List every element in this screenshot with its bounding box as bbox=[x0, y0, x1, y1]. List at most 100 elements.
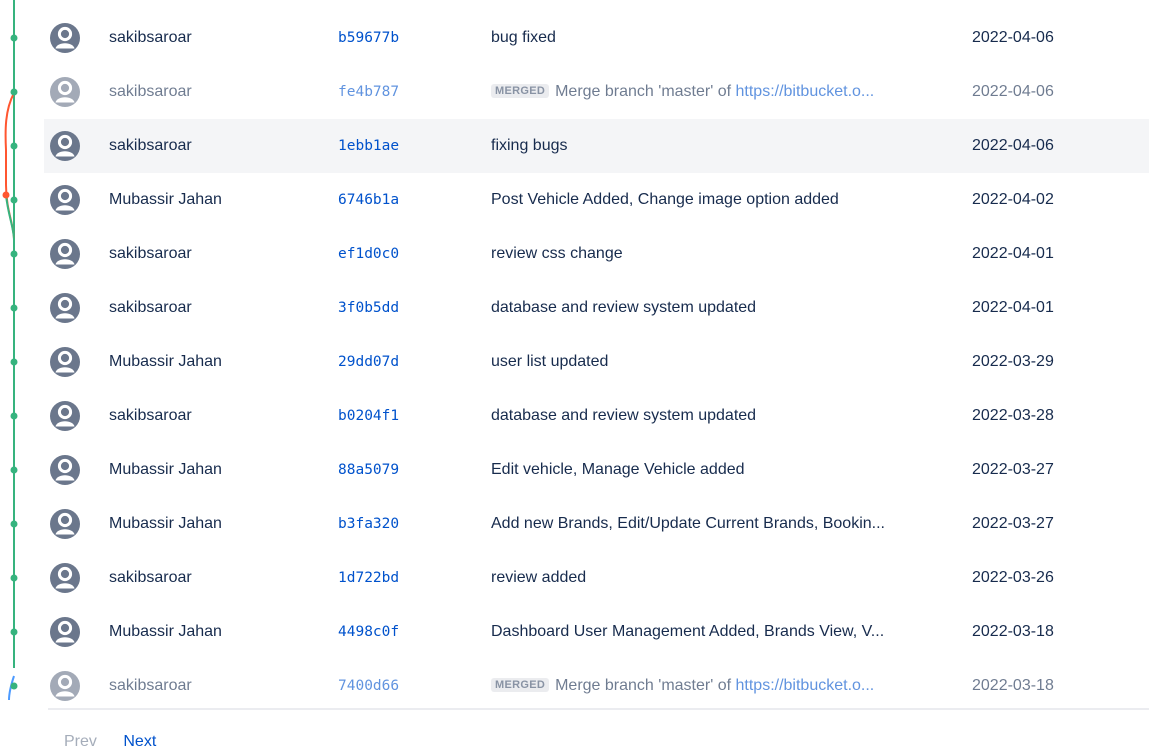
commit-row[interactable]: Mubassir Jahan 29dd07d user list updated 20… bbox=[44, 335, 1149, 389]
commit-hash-link[interactable]: 4498c0f bbox=[338, 624, 399, 640]
graph-commit-node bbox=[10, 304, 18, 312]
commit-date: 2022-03-27 bbox=[972, 461, 1054, 478]
commit-message[interactable]: MERGED Merge branch 'master' of https://b… bbox=[491, 677, 953, 695]
commit-author: Mubassir Jahan bbox=[109, 191, 222, 208]
commit-author: Mubassir Jahan bbox=[109, 623, 222, 640]
pagination: Prev Next bbox=[64, 733, 156, 751]
commit-hash-link[interactable]: ef1d0c0 bbox=[338, 246, 399, 262]
commit-message[interactable]: review added bbox=[491, 569, 953, 587]
commit-row[interactable]: sakibsaroar 1d722bd review added 2022-03-26 bbox=[44, 551, 1149, 605]
commit-message-text: fixing bugs bbox=[491, 137, 568, 154]
commit-message[interactable]: database and review system updated bbox=[491, 299, 953, 317]
commit-hash-link[interactable]: b3fa320 bbox=[338, 516, 399, 532]
user-avatar-icon[interactable] bbox=[50, 239, 80, 269]
commit-row[interactable]: Mubassir Jahan 4498c0f Dashboard User Mana… bbox=[44, 605, 1149, 659]
merged-badge: MERGED bbox=[491, 84, 550, 98]
commit-row[interactable]: sakibsaroar 7400d66 MERGED Merge branch 'ma… bbox=[44, 659, 1149, 713]
graph-commit-node bbox=[10, 34, 18, 42]
commit-row[interactable]: sakibsaroar b0204f1 database and review sy… bbox=[44, 389, 1149, 443]
commit-hash-link[interactable]: 7400d66 bbox=[338, 678, 399, 694]
commit-hash-link[interactable]: fe4b787 bbox=[338, 84, 399, 100]
commit-hash-link[interactable]: 3f0b5dd bbox=[338, 300, 399, 316]
commit-date: 2022-04-01 bbox=[972, 245, 1054, 262]
user-avatar-icon[interactable] bbox=[50, 23, 80, 53]
graph-branch-node bbox=[2, 191, 10, 199]
commit-author: sakibsaroar bbox=[109, 569, 192, 586]
user-avatar-icon[interactable] bbox=[50, 77, 80, 107]
commit-row[interactable]: sakibsaroar fe4b787 MERGED Merge branch 'ma… bbox=[44, 65, 1149, 119]
commit-author: sakibsaroar bbox=[109, 137, 192, 154]
commit-hash-link[interactable]: 29dd07d bbox=[338, 354, 399, 370]
commit-message[interactable]: review css change bbox=[491, 245, 953, 263]
graph-commit-node bbox=[10, 412, 18, 420]
commit-date: 2022-03-26 bbox=[972, 569, 1054, 586]
prev-page-link[interactable]: Prev bbox=[64, 733, 97, 750]
commit-message-text: database and review system updated bbox=[491, 407, 757, 424]
graph-commit-node bbox=[10, 358, 18, 366]
graph-commit-node bbox=[10, 682, 18, 690]
commit-date: 2022-03-27 bbox=[972, 515, 1054, 532]
graph-commit-node bbox=[10, 250, 18, 258]
user-avatar-icon[interactable] bbox=[50, 347, 80, 377]
commit-date: 2022-03-18 bbox=[972, 623, 1054, 640]
graph-commit-node bbox=[10, 196, 18, 204]
commit-message[interactable]: Edit vehicle, Manage Vehicle added bbox=[491, 461, 953, 479]
commit-message[interactable]: MERGED Merge branch 'master' of https://b… bbox=[491, 83, 953, 101]
commit-author: Mubassir Jahan bbox=[109, 461, 222, 478]
next-page-link[interactable]: Next bbox=[123, 733, 156, 750]
commit-message[interactable]: Post Vehicle Added, Change image option … bbox=[491, 191, 953, 209]
commit-author: sakibsaroar bbox=[109, 83, 192, 100]
graph-commit-node bbox=[10, 142, 18, 150]
commit-date: 2022-03-28 bbox=[972, 407, 1054, 424]
graph-commit-node bbox=[10, 466, 18, 474]
commit-message[interactable]: fixing bugs bbox=[491, 137, 953, 155]
commit-row[interactable]: Mubassir Jahan b3fa320 Add new Brands, Edi… bbox=[44, 497, 1149, 551]
commit-list: sakibsaroar b59677b bug fixed 2022-04-06 sak… bbox=[44, 11, 1149, 713]
user-avatar-icon[interactable] bbox=[50, 617, 80, 647]
commit-author: sakibsaroar bbox=[109, 407, 192, 424]
list-divider bbox=[48, 708, 1149, 710]
user-avatar-icon[interactable] bbox=[50, 185, 80, 215]
commit-hash-link[interactable]: 1ebb1ae bbox=[338, 138, 399, 154]
commit-author: sakibsaroar bbox=[109, 245, 192, 262]
commit-row[interactable]: Mubassir Jahan 6746b1a Post Vehicle Added,… bbox=[44, 173, 1149, 227]
commit-hash-link[interactable]: b0204f1 bbox=[338, 408, 399, 424]
commit-message[interactable]: user list updated bbox=[491, 353, 953, 371]
user-avatar-icon[interactable] bbox=[50, 509, 80, 539]
user-avatar-icon[interactable] bbox=[50, 131, 80, 161]
commit-hash-link[interactable]: 6746b1a bbox=[338, 192, 399, 208]
user-avatar-icon[interactable] bbox=[50, 671, 80, 701]
user-avatar-icon[interactable] bbox=[50, 563, 80, 593]
commit-message-text: bug fixed bbox=[491, 29, 556, 46]
commit-row[interactable]: sakibsaroar 1ebb1ae fixing bugs 2022-04-06 bbox=[44, 119, 1149, 173]
user-avatar-icon[interactable] bbox=[50, 293, 80, 323]
graph-commit-node bbox=[10, 628, 18, 636]
commit-message[interactable]: Add new Brands, Edit/Update Current Bran… bbox=[491, 515, 953, 533]
commit-message[interactable]: Dashboard User Management Added, Brands … bbox=[491, 623, 953, 641]
commit-row[interactable]: sakibsaroar 3f0b5dd database and review sy… bbox=[44, 281, 1149, 335]
commit-author: sakibsaroar bbox=[109, 677, 192, 694]
commit-row[interactable]: sakibsaroar b59677b bug fixed 2022-04-06 bbox=[44, 11, 1149, 65]
commit-date: 2022-04-06 bbox=[972, 29, 1054, 46]
commit-date: 2022-04-06 bbox=[972, 137, 1054, 154]
commit-message[interactable]: database and review system updated bbox=[491, 407, 953, 425]
user-avatar-icon[interactable] bbox=[50, 401, 80, 431]
commit-message-link[interactable]: https://bitbucket.o... bbox=[736, 83, 875, 100]
commit-message-text: Edit vehicle, Manage Vehicle added bbox=[491, 461, 745, 478]
graph-commit-node bbox=[10, 520, 18, 528]
commit-date: 2022-03-29 bbox=[972, 353, 1054, 370]
commit-message-text: user list updated bbox=[491, 353, 609, 370]
commit-message-link[interactable]: https://bitbucket.o... bbox=[736, 677, 875, 694]
commit-date: 2022-03-18 bbox=[972, 677, 1054, 694]
commit-row[interactable]: sakibsaroar ef1d0c0 review css change 2022-… bbox=[44, 227, 1149, 281]
commit-date: 2022-04-02 bbox=[972, 191, 1054, 208]
commit-hash-link[interactable]: 1d722bd bbox=[338, 570, 399, 586]
commit-message-text: database and review system updated bbox=[491, 299, 757, 316]
user-avatar-icon[interactable] bbox=[50, 455, 80, 485]
commit-hash-link[interactable]: b59677b bbox=[338, 30, 399, 46]
commit-row[interactable]: Mubassir Jahan 88a5079 Edit vehicle, Manag… bbox=[44, 443, 1149, 497]
commit-message-text: Post Vehicle Added, Change image option … bbox=[491, 191, 839, 208]
commit-hash-link[interactable]: 88a5079 bbox=[338, 462, 399, 478]
commit-message[interactable]: bug fixed bbox=[491, 29, 953, 47]
commit-message-text: Merge branch 'master' of bbox=[555, 677, 736, 694]
